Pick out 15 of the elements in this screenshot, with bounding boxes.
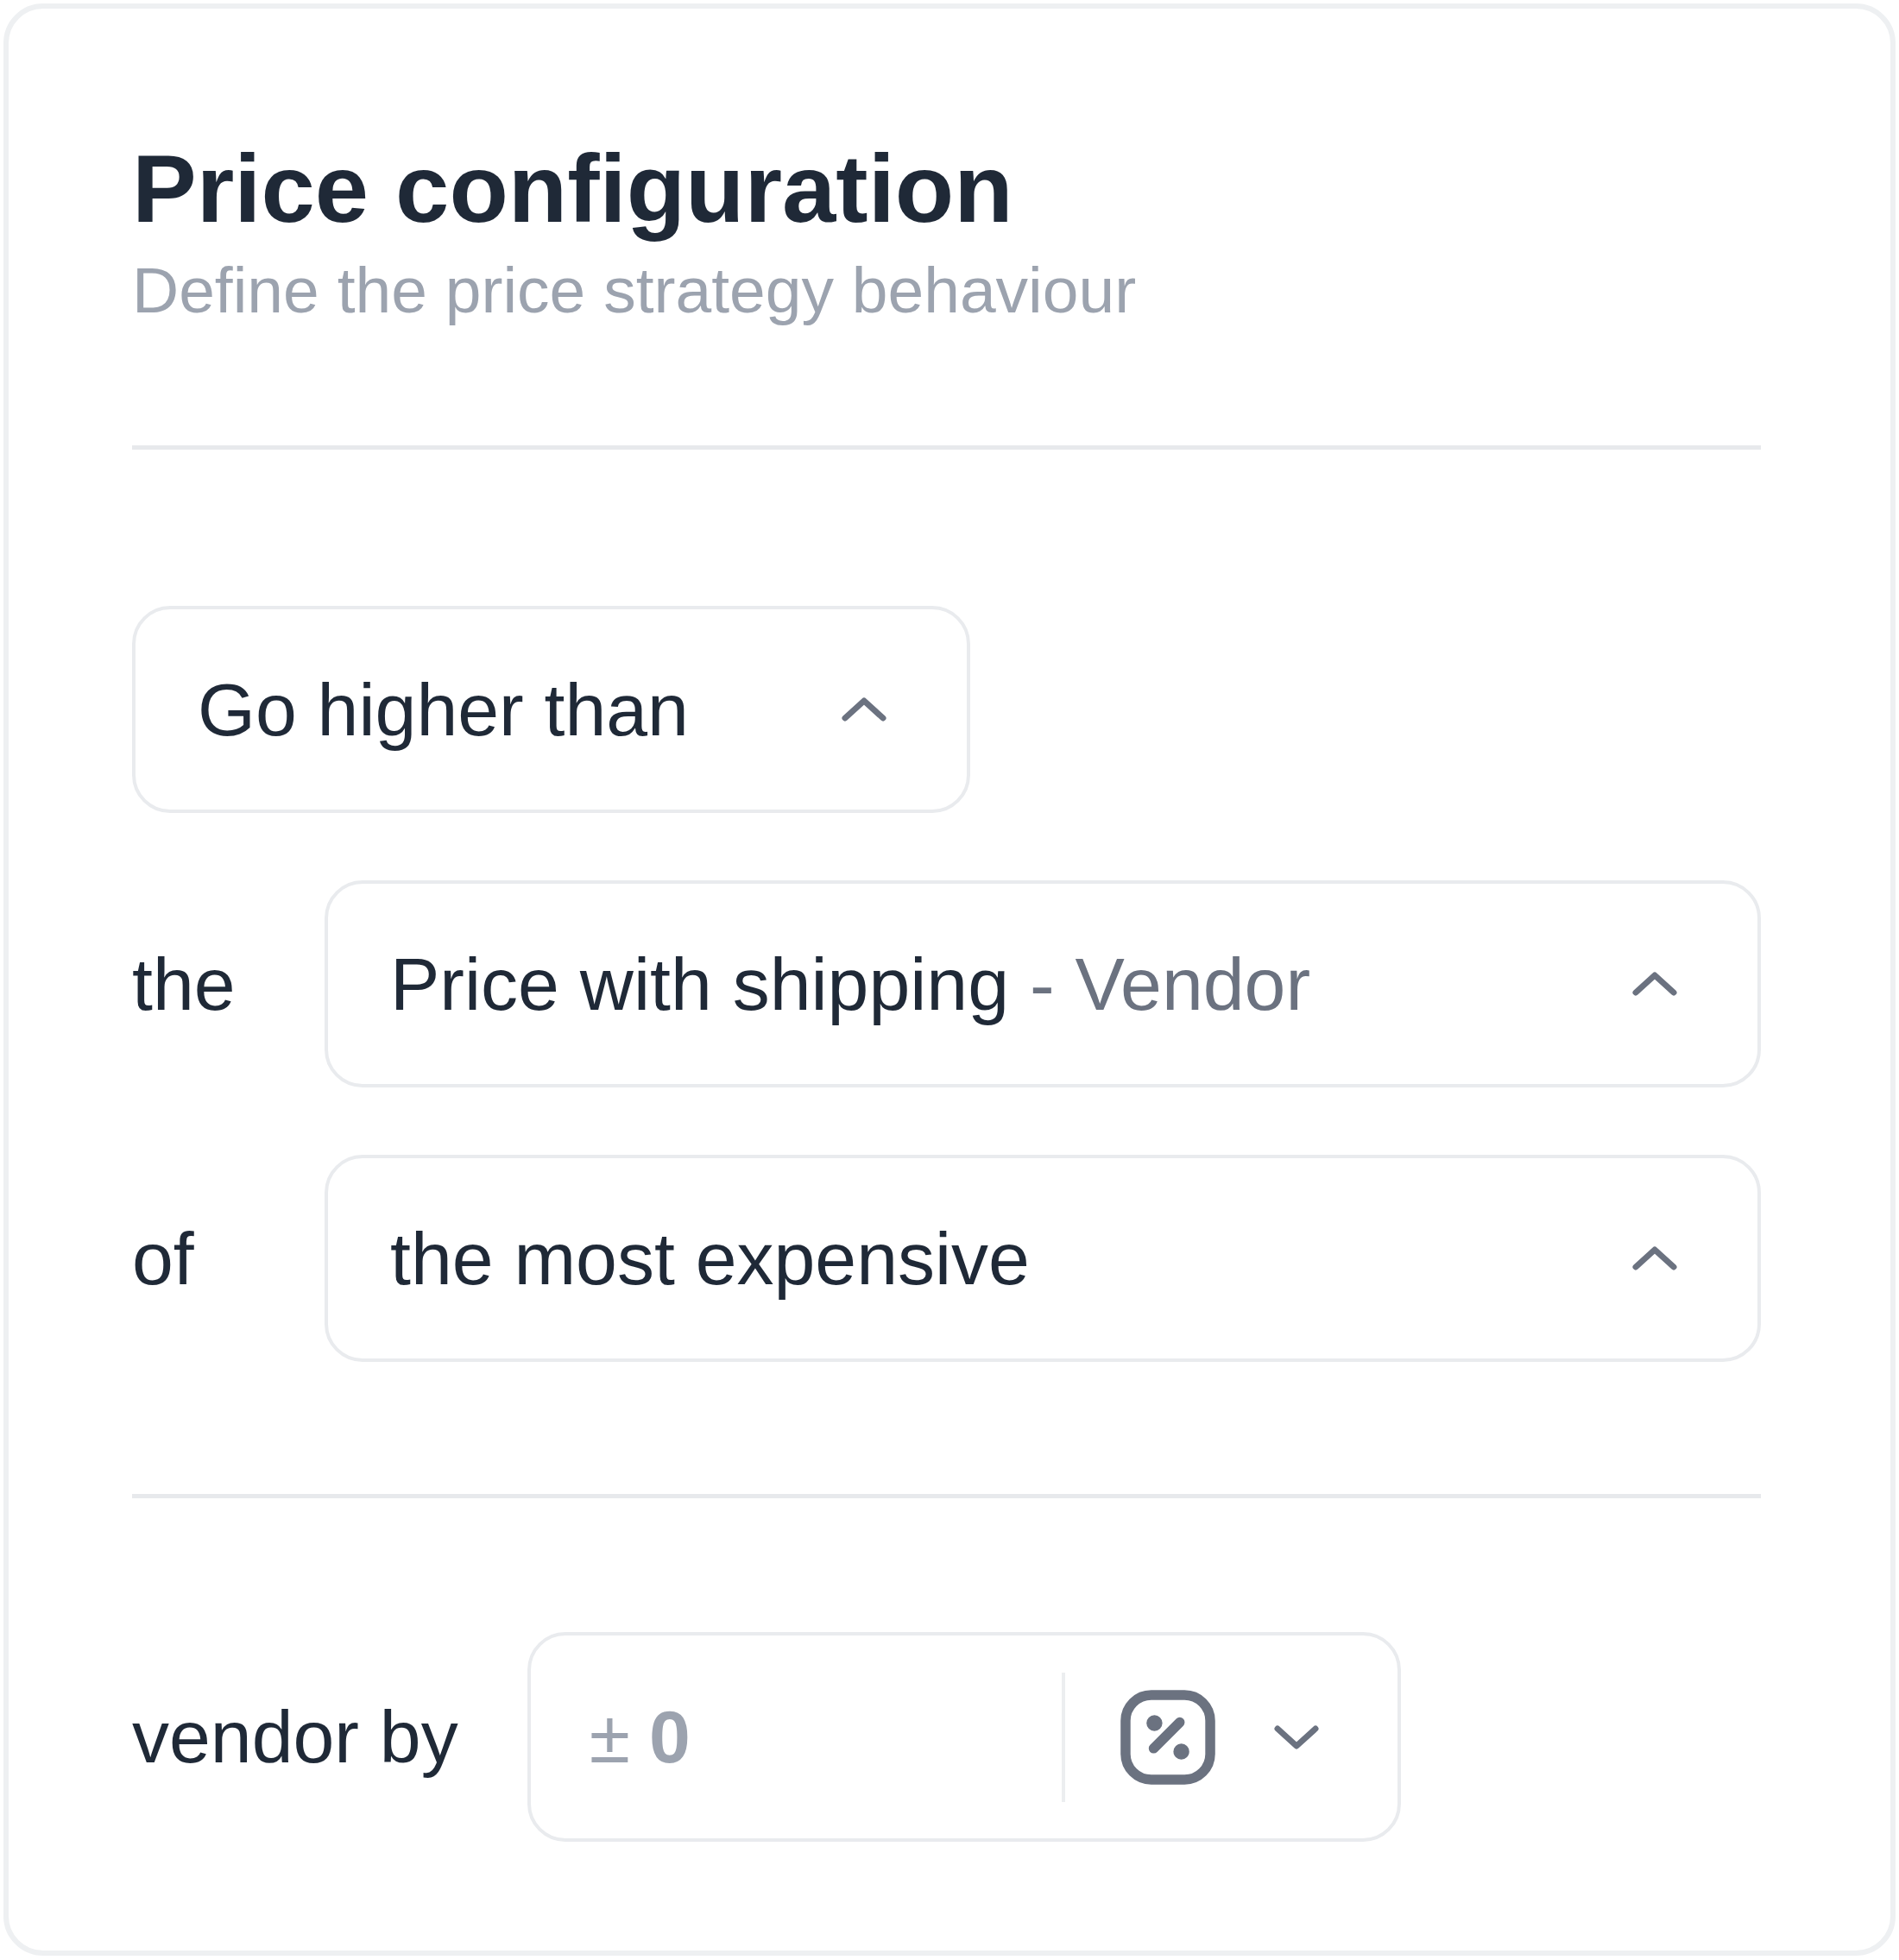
card-title: Price configuration <box>132 134 1013 244</box>
row-label: vendor by <box>132 1694 458 1780</box>
row-label: of <box>132 1215 194 1301</box>
amount-field[interactable]: 0 <box>648 1689 1044 1785</box>
plus-minus-sign: ± <box>589 1694 630 1780</box>
option-dropdown[interactable]: the most expensive <box>325 1155 1761 1363</box>
strategy-dropdown[interactable]: Go higher than <box>132 606 970 814</box>
chevron-down-icon <box>1272 1724 1320 1750</box>
chevron-up-icon <box>1631 971 1678 998</box>
percent-icon <box>1120 1689 1215 1785</box>
option-dropdown[interactable]: Price with shipping - Vendor <box>325 880 1761 1088</box>
chevron-up-icon <box>1631 1245 1678 1272</box>
card-subtitle: Define the price strategy behaviour <box>132 253 1137 329</box>
row-label: the <box>132 941 236 1027</box>
chevron-up-icon <box>841 696 887 723</box>
